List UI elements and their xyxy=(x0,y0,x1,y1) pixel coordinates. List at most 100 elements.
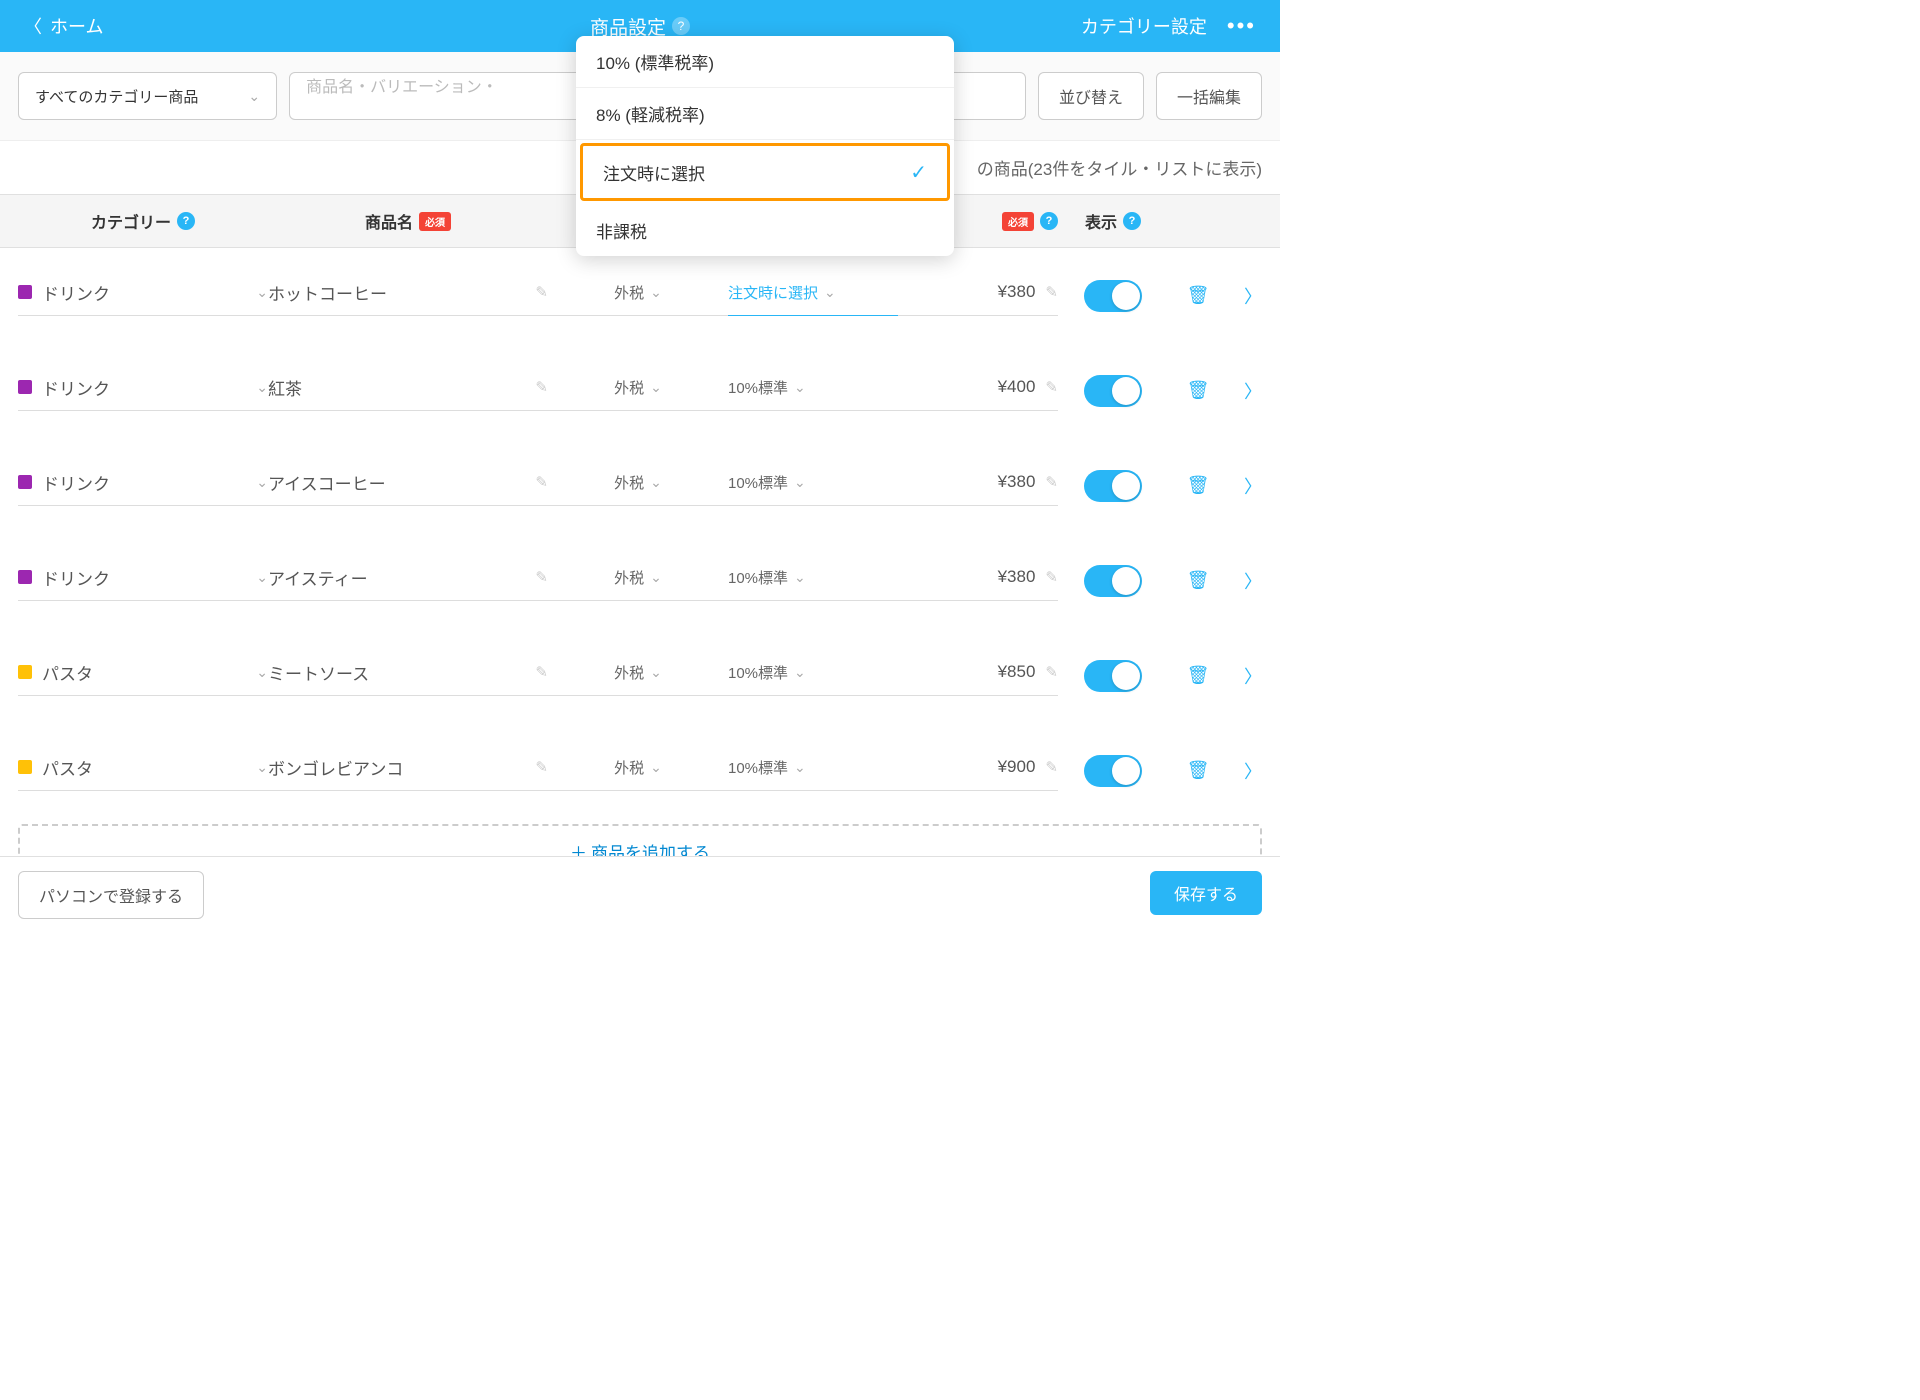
chevron-down-icon: ⌄ xyxy=(650,474,662,491)
product-name-input[interactable]: ホットコーヒー ✎ xyxy=(268,276,548,316)
tax-rate-select[interactable]: 10%標準 ⌄ xyxy=(728,751,898,791)
trash-icon[interactable]: 🗑 xyxy=(1168,285,1228,306)
product-name-input[interactable]: ミートソース ✎ xyxy=(268,656,548,696)
chevron-down-icon: ⌄ xyxy=(256,474,268,491)
trash-icon[interactable]: 🗑 xyxy=(1168,570,1228,591)
chevron-down-icon: ⌄ xyxy=(794,759,806,776)
dropdown-option-8[interactable]: 8% (軽減税率) xyxy=(576,88,954,140)
tax-type-select[interactable]: 外税 ⌄ xyxy=(548,751,728,791)
table-row: パスタ ⌄ ミートソース ✎ 外税 ⌄ 10%標準 ⌄ ¥850 ✎ 🗑 〉 xyxy=(0,628,1280,723)
help-icon[interactable]: ? xyxy=(1040,212,1058,230)
pencil-icon: ✎ xyxy=(1045,378,1058,396)
dropdown-option-select[interactable]: 注文時に選択 ✓ xyxy=(580,143,950,201)
category-select[interactable]: ドリンク ⌄ xyxy=(18,371,268,411)
display-toggle[interactable] xyxy=(1084,565,1142,597)
chevron-down-icon: ⌄ xyxy=(256,664,268,681)
price-input[interactable]: ¥380 ✎ xyxy=(898,276,1058,316)
display-toggle[interactable] xyxy=(1084,280,1142,312)
category-name: ドリンク xyxy=(42,470,246,495)
check-icon: ✓ xyxy=(910,160,927,185)
sort-button[interactable]: 並び替え xyxy=(1038,72,1144,120)
display-toggle[interactable] xyxy=(1084,470,1142,502)
chevron-down-icon: ⌄ xyxy=(650,284,662,301)
chevron-down-icon: ⌄ xyxy=(794,379,806,396)
product-name-input[interactable]: 紅茶 ✎ xyxy=(268,371,548,411)
price-input[interactable]: ¥380 ✎ xyxy=(898,561,1058,601)
pencil-icon: ✎ xyxy=(535,663,548,681)
footer: パソコンで登録する 保存する xyxy=(0,856,1280,933)
chevron-down-icon: ⌄ xyxy=(794,569,806,586)
price-input[interactable]: ¥400 ✎ xyxy=(898,371,1058,411)
category-filter[interactable]: すべてのカテゴリー商品 ⌄ xyxy=(18,72,277,120)
tax-rate-select[interactable]: 10%標準 ⌄ xyxy=(728,466,898,506)
chevron-right-icon[interactable]: 〉 xyxy=(1228,663,1278,689)
tax-rate-select[interactable]: 10%標準 ⌄ xyxy=(728,371,898,411)
product-name-input[interactable]: アイスコーヒー ✎ xyxy=(268,466,548,506)
trash-icon[interactable]: 🗑 xyxy=(1168,475,1228,496)
trash-icon[interactable]: 🗑 xyxy=(1168,380,1228,401)
display-toggle[interactable] xyxy=(1084,375,1142,407)
category-select[interactable]: パスタ ⌄ xyxy=(18,656,268,696)
price-input[interactable]: ¥380 ✎ xyxy=(898,466,1058,506)
tax-type-select[interactable]: 外税 ⌄ xyxy=(548,656,728,696)
category-name: ドリンク xyxy=(42,280,246,305)
category-name: パスタ xyxy=(42,755,246,780)
more-icon[interactable]: ••• xyxy=(1227,13,1256,39)
display-toggle[interactable] xyxy=(1084,755,1142,787)
category-color-icon xyxy=(18,760,32,774)
category-select[interactable]: ドリンク ⌄ xyxy=(18,561,268,601)
back-button[interactable]: 〈 ホーム xyxy=(24,13,103,39)
category-name: パスタ xyxy=(42,660,246,685)
tax-rate-select[interactable]: 10%標準 ⌄ xyxy=(728,656,898,696)
chevron-left-icon: 〈 xyxy=(24,13,42,39)
category-settings-link[interactable]: カテゴリー設定 xyxy=(1081,13,1207,39)
table-row: ドリンク ⌄ アイスコーヒー ✎ 外税 ⌄ 10%標準 ⌄ ¥380 ✎ 🗑 〉 xyxy=(0,438,1280,533)
category-select[interactable]: ドリンク ⌄ xyxy=(18,276,268,316)
category-color-icon xyxy=(18,285,32,299)
bulk-edit-button[interactable]: 一括編集 xyxy=(1156,72,1262,120)
tax-type-select[interactable]: 外税 ⌄ xyxy=(548,371,728,411)
trash-icon[interactable]: 🗑 xyxy=(1168,760,1228,781)
table-row: パスタ ⌄ ボンゴレビアンコ ✎ 外税 ⌄ 10%標準 ⌄ ¥900 ✎ 🗑 〉 xyxy=(0,723,1280,818)
product-name-input[interactable]: ボンゴレビアンコ ✎ xyxy=(268,751,548,791)
chevron-right-icon[interactable]: 〉 xyxy=(1228,758,1278,784)
chevron-down-icon: ⌄ xyxy=(650,569,662,586)
category-select[interactable]: ドリンク ⌄ xyxy=(18,466,268,506)
dropdown-option-10[interactable]: 10% (標準税率) xyxy=(576,36,954,88)
required-badge: 必須 xyxy=(419,212,451,231)
chevron-down-icon: ⌄ xyxy=(650,379,662,396)
chevron-right-icon[interactable]: 〉 xyxy=(1228,473,1278,499)
price-input[interactable]: ¥900 ✎ xyxy=(898,751,1058,791)
pencil-icon: ✎ xyxy=(1045,283,1058,301)
pencil-icon: ✎ xyxy=(535,758,548,776)
category-select[interactable]: パスタ ⌄ xyxy=(18,751,268,791)
dropdown-option-nontax[interactable]: 非課税 xyxy=(576,204,954,256)
tax-rate-select[interactable]: 10%標準 ⌄ xyxy=(728,561,898,601)
price-input[interactable]: ¥850 ✎ xyxy=(898,656,1058,696)
tax-type-select[interactable]: 外税 ⌄ xyxy=(548,561,728,601)
pc-register-button[interactable]: パソコンで登録する xyxy=(18,871,204,919)
trash-icon[interactable]: 🗑 xyxy=(1168,665,1228,686)
display-toggle[interactable] xyxy=(1084,660,1142,692)
help-icon[interactable]: ? xyxy=(1123,212,1141,230)
tax-rate-dropdown: 10% (標準税率) 8% (軽減税率) 注文時に選択 ✓ 非課税 xyxy=(576,36,954,256)
chevron-right-icon[interactable]: 〉 xyxy=(1228,283,1278,309)
table-row: ドリンク ⌄ 紅茶 ✎ 外税 ⌄ 10%標準 ⌄ ¥400 ✎ 🗑 〉 xyxy=(0,343,1280,438)
category-color-icon xyxy=(18,570,32,584)
tax-rate-select[interactable]: 注文時に選択 ⌄ xyxy=(728,276,898,316)
help-icon[interactable]: ? xyxy=(177,212,195,230)
back-label: ホーム xyxy=(50,13,103,39)
product-name-input[interactable]: アイスティー ✎ xyxy=(268,561,548,601)
chevron-down-icon: ⌄ xyxy=(650,664,662,681)
category-name: ドリンク xyxy=(42,375,246,400)
table-row: ドリンク ⌄ ホットコーヒー ✎ 外税 ⌄ 注文時に選択 ⌄ ¥380 ✎ 🗑 … xyxy=(0,248,1280,343)
tax-type-select[interactable]: 外税 ⌄ xyxy=(548,276,728,316)
category-color-icon xyxy=(18,665,32,679)
help-icon[interactable]: ? xyxy=(672,17,690,35)
chevron-right-icon[interactable]: 〉 xyxy=(1228,568,1278,594)
chevron-down-icon: ⌄ xyxy=(650,759,662,776)
chevron-right-icon[interactable]: 〉 xyxy=(1228,378,1278,404)
save-button[interactable]: 保存する xyxy=(1150,871,1262,915)
table-row: ドリンク ⌄ アイスティー ✎ 外税 ⌄ 10%標準 ⌄ ¥380 ✎ 🗑 〉 xyxy=(0,533,1280,628)
tax-type-select[interactable]: 外税 ⌄ xyxy=(548,466,728,506)
